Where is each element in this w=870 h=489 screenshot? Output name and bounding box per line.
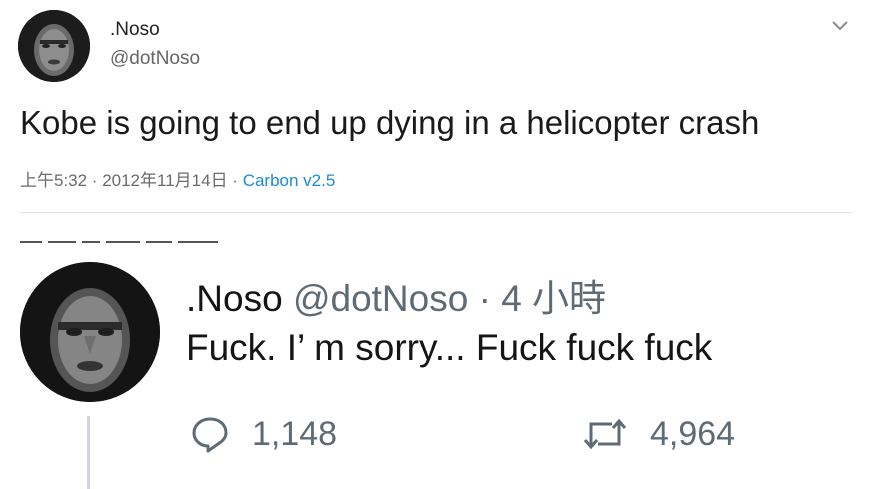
thread-line (87, 416, 90, 489)
avatar[interactable] (18, 10, 90, 82)
handle[interactable]: @dotNoso (110, 48, 200, 70)
meta-separator: · (227, 171, 243, 190)
tweet-meta: 上午5:32 · 2012年11月14日 · Carbon v2.5 (20, 166, 335, 191)
tweet-header: .Noso @dotNoso · 4 小時 (186, 268, 606, 322)
retweet-action[interactable]: 4,964 (582, 414, 735, 454)
reply-icon[interactable] (190, 414, 230, 454)
chevron-down-icon[interactable] (828, 16, 852, 36)
retweet-icon[interactable] (582, 414, 628, 454)
tweet-text: Kobe is going to end up dying in a helic… (20, 104, 760, 141)
retweet-count: 4,964 (650, 414, 736, 453)
tweet-text: Fuck. I’ m sorry... Fuck fuck fuck (186, 327, 713, 368)
divider (20, 212, 852, 213)
reply-count: 1,148 (252, 414, 338, 453)
avatar[interactable] (20, 262, 160, 402)
source-link[interactable]: Carbon v2.5 (243, 171, 336, 190)
display-name[interactable]: .Noso (110, 19, 160, 41)
cropped-stats-row (20, 238, 320, 246)
reply-action[interactable]: 1,148 (190, 414, 337, 454)
handle-and-time[interactable]: @dotNoso · 4 小時 (293, 278, 606, 319)
display-name[interactable]: .Noso (186, 278, 283, 319)
timestamp[interactable]: 上午5:32 · 2012年11月14日 (20, 171, 228, 190)
